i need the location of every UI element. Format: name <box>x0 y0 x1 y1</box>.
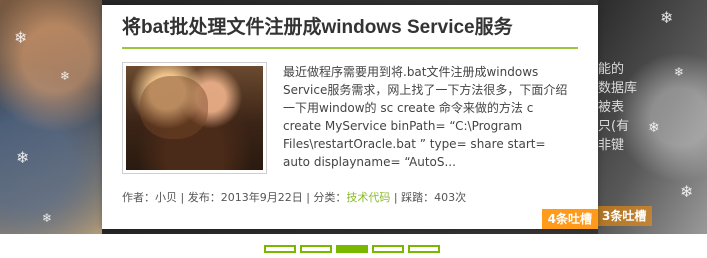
snowflake-icon: ❄ <box>648 120 660 136</box>
post-excerpt: 最近做程序需要用到将.bat文件注册成windows Service服务需求，网… <box>283 65 568 169</box>
post-title[interactable]: 将bat批处理文件注册成windows Service服务 <box>122 15 578 49</box>
pager-dot-active[interactable] <box>336 245 368 253</box>
snowflake-icon: ❄ <box>680 182 694 201</box>
comments-badge[interactable]: 4条吐槽 <box>541 209 598 229</box>
views-label: | 踩踏： <box>390 191 435 204</box>
carousel-stage: ❄ ❄ ❄ ❄ 能的 数据库 被表 只(有 非键 3条吐槽 ❄ ❄ ❄ ❄ 将b… <box>0 0 707 234</box>
author-name: 小贝 <box>155 191 177 204</box>
carousel-pager <box>264 245 440 253</box>
category-link[interactable]: 技术代码 <box>346 191 390 204</box>
pager-dot[interactable] <box>300 245 332 253</box>
thumbnail-image <box>126 66 263 170</box>
post-date: 2013年9月22日 <box>220 191 303 204</box>
next-slide-comments-badge[interactable]: 3条吐槽 <box>596 206 653 226</box>
view-count: 403次 <box>434 191 467 204</box>
next-slide-excerpt: 能的 数据库 被表 只(有 非键 <box>598 62 638 153</box>
snowflake-icon: ❄ <box>42 211 53 225</box>
author-label: 作者： <box>122 191 155 204</box>
snowflake-icon: ❄ <box>660 8 674 27</box>
date-label: | 发布： <box>177 191 221 204</box>
category-label: | 分类： <box>302 191 347 204</box>
pager-dot[interactable] <box>408 245 440 253</box>
pager-dot[interactable] <box>372 245 404 253</box>
snowflake-icon: ❄ <box>14 28 28 47</box>
post-card: 将bat批处理文件注册成windows Service服务 最近做程序需要用到将… <box>102 5 598 229</box>
snowflake-icon: ❄ <box>60 69 71 83</box>
pager-dot[interactable] <box>264 245 296 253</box>
snowflake-icon: ❄ <box>16 148 30 167</box>
snowflake-icon: ❄ <box>674 65 685 79</box>
post-meta: 作者：小贝 | 发布：2013年9月22日 | 分类：技术代码 | 踩踏：403… <box>122 190 466 206</box>
post-thumbnail[interactable] <box>122 62 267 174</box>
